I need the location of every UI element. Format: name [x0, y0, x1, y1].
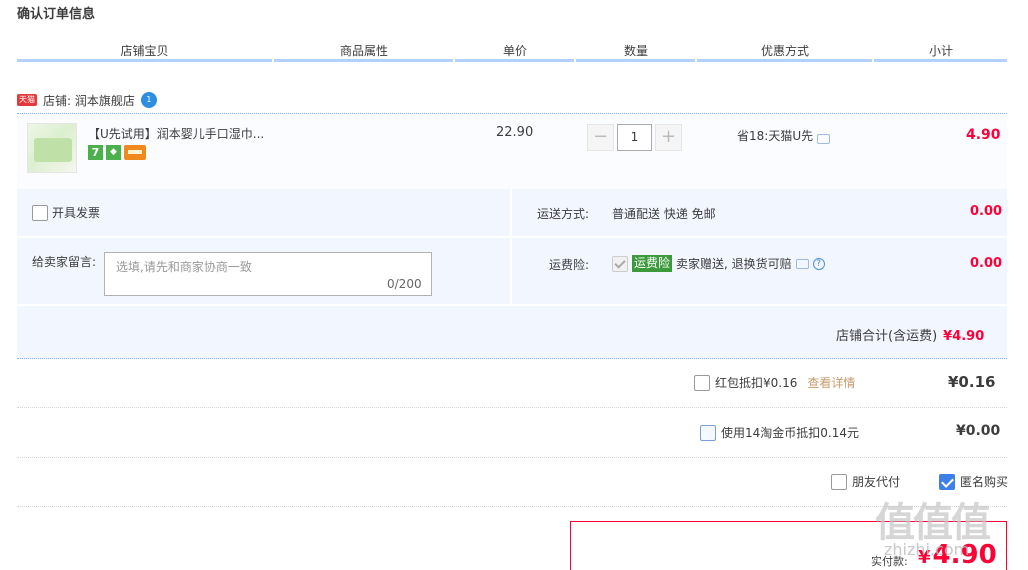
message-char-count: 0/200	[387, 277, 422, 291]
col-header-attrs: 商品属性	[339, 44, 388, 58]
table-header: 店铺宝贝 商品属性 单价 数量 优惠方式 小计	[17, 38, 1007, 62]
red-packet-amount: ¥0.16	[948, 373, 996, 391]
anonymous-label: 匿名购买	[960, 475, 1009, 489]
coins-label: 使用14淘金币抵扣0.14元	[721, 426, 859, 440]
coins-amount: ¥0.00	[956, 423, 1001, 439]
invoice-label: 开具发票	[52, 206, 101, 220]
shop-total-value: ¥4.90	[943, 329, 985, 344]
friend-pay-checkbox[interactable]	[831, 473, 847, 490]
seven-day-return-icon[interactable]: 7	[88, 145, 103, 160]
insurance-checkbox	[612, 255, 628, 272]
view-details-link[interactable]: 查看详情	[807, 374, 855, 391]
unit-price: 22.90	[496, 125, 534, 140]
product-thumbnail[interactable]	[27, 123, 77, 173]
red-packet-row	[17, 359, 1007, 408]
coins-option[interactable]: 使用14淘金币抵扣0.14元	[700, 424, 859, 441]
friend-pay-label: 朋友代付	[852, 475, 901, 489]
shop-total-label: 店铺合计(含运费)	[836, 329, 938, 344]
discount-info: 省18:天猫U先	[737, 127, 831, 144]
anonymous-option[interactable]: 匿名购买	[939, 473, 1008, 490]
shipping-method[interactable]: 普通配送 快递 免邮	[612, 205, 716, 222]
shop-info: 天猫 店铺: 润本旗舰店 1	[17, 90, 157, 110]
shop-total: 店铺合计(含运费) ¥4.90	[836, 325, 984, 344]
watermark-domain: zhizhi.com	[884, 540, 970, 559]
col-header-price: 单价	[502, 44, 527, 58]
red-packet-checkbox[interactable]	[694, 374, 710, 391]
help-icon[interactable]: ?	[812, 257, 825, 270]
comment-icon[interactable]	[817, 133, 831, 144]
shipping-fee: 0.00	[970, 204, 1003, 219]
item-subtotal: 4.90	[966, 127, 1001, 143]
wangwang-chat-icon[interactable]: 1	[140, 92, 157, 108]
anonymous-checkbox[interactable]	[939, 473, 955, 490]
insurance-info: 运费险 卖家赠送, 退换货可赔 ?	[612, 255, 825, 272]
credit-card-icon[interactable]	[124, 145, 146, 160]
message-placeholder: 选填,请先和商家协商一致	[116, 260, 252, 274]
discount-text: 省18:天猫U先	[737, 129, 814, 143]
col-header-discount: 优惠方式	[760, 44, 809, 58]
insurance-text: 卖家赠送, 退换货可赔	[676, 257, 792, 271]
insurance-tag: 运费险	[632, 255, 673, 272]
col-header-subtotal: 小计	[928, 44, 953, 58]
message-label: 给卖家留言:	[32, 255, 97, 269]
page-title: 确认订单信息	[17, 7, 96, 22]
red-packet-label: 红包抵扣¥0.16	[715, 376, 798, 390]
comment-icon[interactable]	[795, 258, 809, 269]
friend-pay-option[interactable]: 朋友代付	[831, 473, 900, 490]
insurance-label: 运费险:	[549, 258, 590, 272]
red-packet-option[interactable]: 红包抵扣¥0.16 查看详情	[694, 374, 855, 391]
decrement-button[interactable]: −	[587, 124, 614, 151]
col-header-item: 店铺宝贝	[120, 44, 169, 58]
shipping-label: 运送方式:	[537, 207, 590, 221]
service-badges: 7 ◆	[88, 145, 146, 160]
quantity-stepper: − 1 +	[587, 124, 682, 151]
quantity-input[interactable]: 1	[617, 124, 652, 151]
coins-checkbox[interactable]	[700, 424, 716, 441]
insurance-fee: 0.00	[970, 256, 1003, 271]
invoice-option[interactable]: 开具发票	[32, 204, 100, 221]
increment-button[interactable]: +	[655, 124, 682, 151]
shop-name[interactable]: 店铺: 润本旗舰店	[43, 92, 135, 109]
col-header-qty: 数量	[623, 44, 648, 58]
invoice-checkbox[interactable]	[32, 204, 48, 221]
guarantee-shield-icon[interactable]: ◆	[106, 145, 121, 160]
product-name[interactable]: 【U先试用】润本婴儿手口湿巾...	[88, 125, 264, 142]
tmall-icon: 天猫	[17, 94, 37, 106]
